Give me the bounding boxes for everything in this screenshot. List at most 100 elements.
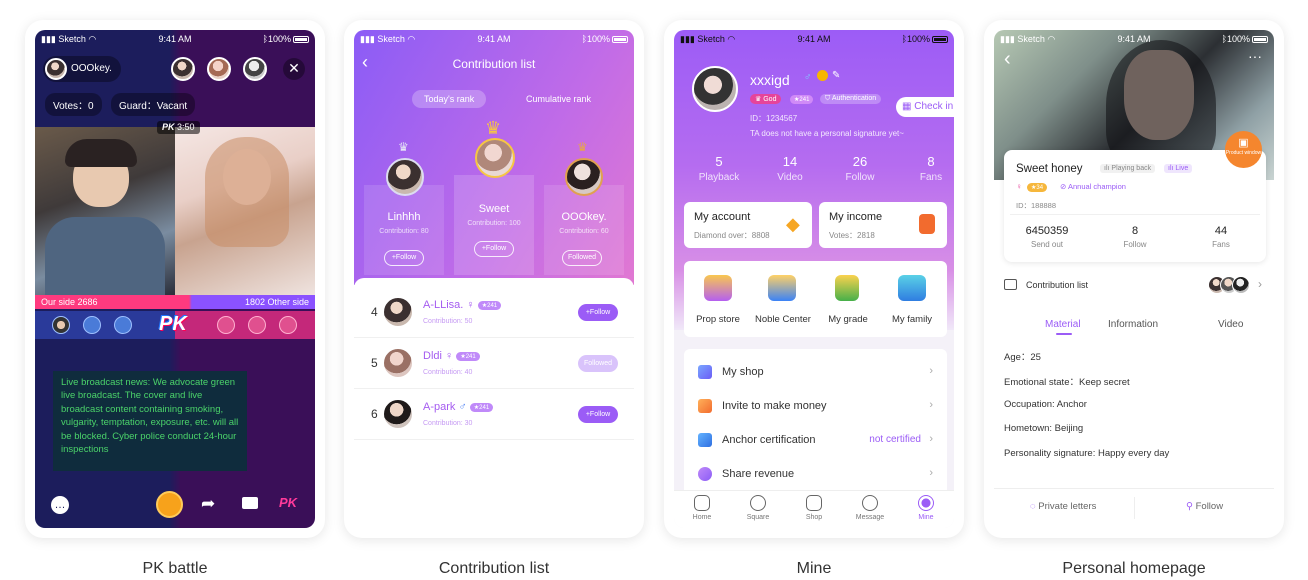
follow-button[interactable]: +Follow xyxy=(578,304,618,321)
avatar[interactable] xyxy=(382,296,414,328)
pk-timer-tag: PK xyxy=(162,122,175,132)
stat-value: 5 xyxy=(715,154,723,169)
stat-send-out[interactable]: 6450359 Send out xyxy=(1004,225,1090,249)
menu-anchor-certification[interactable]: Anchor certification not certified › xyxy=(684,423,947,457)
stat-follow[interactable]: 8 Follow xyxy=(1092,225,1178,249)
avatar[interactable] xyxy=(382,347,414,379)
follow-button[interactable]: +Follow xyxy=(474,241,514,257)
signal-icon: ▮▮▮ xyxy=(41,33,56,44)
tab-mine[interactable]: Mine xyxy=(898,495,954,521)
tab-material[interactable]: Material xyxy=(1045,319,1081,330)
viewer-avatar-3[interactable] xyxy=(243,57,267,81)
edit-icon[interactable]: ✎ xyxy=(832,70,840,81)
my-income-sub: Votes：2818 xyxy=(829,231,875,240)
stat-fans[interactable]: 8 Fans xyxy=(896,154,954,183)
rank-number: 4 xyxy=(371,305,378,319)
list-item[interactable]: 6 A-park ♂ ★241 Contribution: 30 +Follow xyxy=(354,390,634,440)
mine-icon xyxy=(918,495,934,511)
tab-home[interactable]: Home xyxy=(674,495,730,521)
stat-label: Playback xyxy=(698,172,740,183)
stat-follow[interactable]: 26 Follow xyxy=(825,154,895,183)
seat-empty[interactable] xyxy=(279,316,297,334)
contribution-row[interactable]: Contribution list › xyxy=(994,274,1274,298)
viewer-avatar-1[interactable] xyxy=(171,57,195,81)
follow-button[interactable]: +Follow xyxy=(384,250,424,266)
mail-icon[interactable] xyxy=(242,497,258,509)
noble-center-label[interactable]: Noble Center xyxy=(747,314,819,325)
host-avatar[interactable] xyxy=(45,58,67,80)
check-in-button[interactable]: ▦ Check in xyxy=(896,97,954,117)
tab-shop[interactable]: Shop xyxy=(786,495,842,521)
pk-button[interactable]: PK xyxy=(279,495,297,510)
close-icon[interactable]: ✕ xyxy=(283,58,305,80)
follow-button[interactable]: ⚲ Follow xyxy=(1186,501,1223,512)
list-item[interactable]: 4 A-LLisa. ♀ ★241 Contribution: 50 +Foll… xyxy=(354,288,634,338)
crown-icon-gold: ♛ xyxy=(485,118,502,138)
bottom-actions: ◌ Private letters ⚲ Follow xyxy=(994,488,1274,528)
host-info[interactable]: OOOkey. xyxy=(43,56,121,82)
tab-video[interactable]: Video xyxy=(1218,319,1243,330)
share-icon[interactable]: ➦ xyxy=(201,494,215,514)
podium-avatar-2[interactable] xyxy=(386,158,424,196)
seat-empty[interactable] xyxy=(114,316,132,334)
tab-square[interactable]: Square xyxy=(730,495,786,521)
status-time: 9:41 AM xyxy=(1117,34,1151,44)
menu-share-revenue[interactable]: Share revenue › xyxy=(684,457,947,491)
guard-badge[interactable]: Guard：Vacant xyxy=(111,93,196,116)
my-family-label[interactable]: My family xyxy=(881,314,943,325)
stat-video[interactable]: 14 Video xyxy=(755,154,825,183)
tab-todays-rank[interactable]: Today's rank xyxy=(412,90,487,108)
stat-fans[interactable]: 44 Fans xyxy=(1178,225,1264,249)
my-grade-label[interactable]: My grade xyxy=(819,314,877,325)
noble-center-icon[interactable] xyxy=(768,275,796,301)
menu-my-shop[interactable]: My shop › xyxy=(684,355,947,389)
seat-empty[interactable] xyxy=(217,316,235,334)
live-news: Live broadcast news: We advocate green l… xyxy=(53,371,247,471)
annual-champion-label: Annual champion xyxy=(1067,182,1126,191)
viewer-avatar-2[interactable] xyxy=(207,57,231,81)
my-income-card[interactable]: My income Votes：2818 xyxy=(819,202,947,248)
tab-information[interactable]: Information xyxy=(1108,319,1158,330)
pk-timer: PK 3:50 xyxy=(157,121,200,134)
signal-icon: ▮▮▮ xyxy=(360,33,375,44)
tab-message[interactable]: Message xyxy=(842,495,898,521)
message-icon xyxy=(862,495,878,511)
stat-playback[interactable]: 5 Playback xyxy=(684,154,754,183)
pk-timer-value: 3:50 xyxy=(177,122,195,132)
prop-store-icon[interactable] xyxy=(704,275,732,301)
podium-avatar-1[interactable] xyxy=(475,138,515,178)
wifi-icon: ◠ xyxy=(88,33,97,44)
profile-avatar[interactable] xyxy=(692,66,738,112)
chevron-right-icon: › xyxy=(929,467,933,479)
info-occupation: Occupation: Anchor xyxy=(1004,399,1087,410)
seat-avatar[interactable] xyxy=(52,316,70,334)
followed-button[interactable]: Followed xyxy=(562,250,602,266)
avatar[interactable] xyxy=(382,398,414,430)
more-icon[interactable]: ··· xyxy=(1248,48,1262,64)
prop-store-label[interactable]: Prop store xyxy=(689,314,747,325)
my-grade-icon[interactable] xyxy=(835,275,859,301)
my-family-icon[interactable] xyxy=(898,275,926,301)
followed-button[interactable]: Followed xyxy=(578,355,618,372)
chat-icon[interactable]: … xyxy=(51,496,69,514)
authentication-label: Authentication xyxy=(831,95,877,102)
menu-invite[interactable]: Invite to make money › xyxy=(684,389,947,423)
follow-button[interactable]: +Follow xyxy=(578,406,618,423)
home-icon xyxy=(694,495,710,511)
votes-badge[interactable]: Votes：0 xyxy=(45,93,102,116)
battery-label: 100% xyxy=(906,34,930,44)
seat-empty[interactable] xyxy=(248,316,266,334)
list-item[interactable]: 5 Dldi ♀ ★241 Contribution: 40 Followed xyxy=(354,339,634,389)
caption-personal-homepage: Personal homepage xyxy=(1062,560,1206,577)
user-name: A-LLisa. xyxy=(423,299,464,311)
my-account-card[interactable]: My account Diamond over：8808 ◆ xyxy=(684,202,812,248)
private-letters-button[interactable]: ◌ Private letters xyxy=(1030,501,1096,512)
back-icon[interactable]: ‹ xyxy=(1004,48,1011,71)
podium-avatar-3[interactable] xyxy=(565,158,603,196)
gift-icon[interactable] xyxy=(156,491,183,518)
seat-empty[interactable] xyxy=(83,316,101,334)
crown-icon-silver: ♛ xyxy=(398,140,409,154)
tab-label: Square xyxy=(746,514,770,521)
product-window-button[interactable]: ▣ Product window xyxy=(1225,131,1262,168)
tab-cumulative-rank[interactable]: Cumulative rank xyxy=(514,90,603,108)
